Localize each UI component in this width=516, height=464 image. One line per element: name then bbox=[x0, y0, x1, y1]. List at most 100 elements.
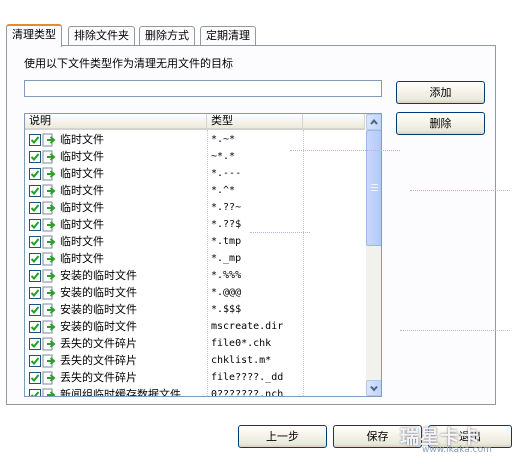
scroll-down-button[interactable] bbox=[366, 380, 381, 396]
file-arrow-icon bbox=[42, 150, 56, 164]
description-text: 临时文件 bbox=[60, 218, 104, 231]
cell-type: *.??$ bbox=[211, 219, 242, 230]
cell-description: 临时文件 bbox=[27, 148, 205, 165]
cell-type: *.%%% bbox=[211, 270, 242, 281]
file-arrow-icon bbox=[42, 320, 56, 334]
description-text: 丢失的文件碎片 bbox=[60, 354, 137, 367]
checkbox[interactable] bbox=[29, 219, 41, 231]
checkmark-icon bbox=[30, 306, 40, 314]
cell-type: *.^* bbox=[211, 185, 236, 196]
file-arrow-icon bbox=[42, 201, 56, 215]
tab-scheduled-clean[interactable]: 定期清理 bbox=[200, 26, 256, 46]
list-item[interactable]: 临时文件 *.??~ bbox=[25, 199, 365, 216]
description-text: 临时文件 bbox=[60, 235, 104, 248]
cell-description: 临时文件 bbox=[27, 250, 205, 267]
file-type-list[interactable]: 说明 类型 临时文件 *.~* 临时文件 ~*.* 临时文件 *.--- 临时文件 *.^* 临… bbox=[24, 113, 382, 397]
checkmark-icon bbox=[30, 153, 40, 161]
cell-description: 安装的临时文件 bbox=[27, 284, 205, 301]
vertical-scrollbar[interactable] bbox=[366, 114, 381, 396]
description-text: 安装的临时文件 bbox=[60, 320, 137, 333]
list-item[interactable]: 临时文件 *.tmp bbox=[25, 233, 365, 250]
scroll-thumb[interactable] bbox=[366, 130, 381, 246]
list-item[interactable]: 丢失的文件碎片 file????._dd bbox=[25, 369, 365, 386]
cell-description: 临时文件 bbox=[27, 216, 205, 233]
description-text: 临时文件 bbox=[60, 252, 104, 265]
background-artifact bbox=[410, 190, 510, 191]
checkbox[interactable] bbox=[29, 287, 41, 299]
description-text: 丢失的文件碎片 bbox=[60, 371, 137, 384]
add-button[interactable]: 添加 bbox=[396, 81, 485, 104]
column-header-description[interactable]: 说明 bbox=[25, 114, 207, 128]
checkbox[interactable] bbox=[29, 321, 41, 333]
cell-description: 临时文件 bbox=[27, 233, 205, 250]
tab-exclude-folders[interactable]: 排除文件夹 bbox=[68, 26, 135, 46]
checkbox[interactable] bbox=[29, 270, 41, 282]
file-arrow-icon bbox=[42, 235, 56, 249]
checkbox[interactable] bbox=[29, 168, 41, 180]
cell-description: 安装的临时文件 bbox=[27, 318, 205, 335]
description-text: 临时文件 bbox=[60, 201, 104, 214]
column-header-empty bbox=[303, 114, 365, 128]
cell-type: *.@@@ bbox=[211, 287, 242, 298]
list-item[interactable]: 临时文件 *.~* bbox=[25, 131, 365, 148]
description-text: 临时文件 bbox=[60, 184, 104, 197]
file-arrow-icon bbox=[42, 337, 56, 351]
checkbox[interactable] bbox=[29, 185, 41, 197]
checkbox[interactable] bbox=[29, 372, 41, 384]
file-arrow-icon bbox=[42, 303, 56, 317]
description-text: 安装的临时文件 bbox=[60, 286, 137, 299]
tab-clean-types[interactable]: 清理类型 bbox=[6, 24, 62, 47]
file-arrow-icon bbox=[42, 218, 56, 232]
file-arrow-icon bbox=[42, 269, 56, 283]
description-text: 临时文件 bbox=[60, 167, 104, 180]
checkmark-icon bbox=[30, 323, 40, 331]
cell-type: *.--- bbox=[211, 168, 242, 179]
list-item[interactable]: 安装的临时文件 *.$$$ bbox=[25, 301, 365, 318]
list-item[interactable]: 临时文件 *.--- bbox=[25, 165, 365, 182]
checkbox[interactable] bbox=[29, 202, 41, 214]
checkbox[interactable] bbox=[29, 389, 41, 396]
list-item[interactable]: 新闻组临时缓存数据文件 0???????.nch bbox=[25, 386, 365, 397]
cell-type: *.$$$ bbox=[211, 304, 242, 315]
column-header-type[interactable]: 类型 bbox=[207, 114, 303, 128]
list-item[interactable]: 临时文件 *._mp bbox=[25, 250, 365, 267]
list-item[interactable]: 安装的临时文件 *.@@@ bbox=[25, 284, 365, 301]
list-item[interactable]: 丢失的文件碎片 chklist.m* bbox=[25, 352, 365, 369]
chevron-up-icon bbox=[370, 118, 378, 125]
checkbox[interactable] bbox=[29, 304, 41, 316]
description-text: 临时文件 bbox=[60, 150, 104, 163]
cell-type: 0???????.nch bbox=[211, 389, 284, 397]
checkmark-icon bbox=[30, 289, 40, 297]
checkbox[interactable] bbox=[29, 338, 41, 350]
tab-delete-method[interactable]: 删除方式 bbox=[139, 26, 195, 46]
list-item[interactable]: 安装的临时文件 mscreate.dir bbox=[25, 318, 365, 335]
file-arrow-icon bbox=[42, 286, 56, 300]
cell-description: 丢失的文件碎片 bbox=[27, 369, 205, 386]
checkbox[interactable] bbox=[29, 151, 41, 163]
file-type-input[interactable] bbox=[24, 80, 382, 97]
list-item[interactable]: 丢失的文件碎片 file0*.chk bbox=[25, 335, 365, 352]
cell-description: 新闻组临时缓存数据文件 bbox=[27, 386, 205, 396]
list-item[interactable]: 临时文件 *.??$ bbox=[25, 216, 365, 233]
checkbox[interactable] bbox=[29, 236, 41, 248]
prev-step-button[interactable]: 上一步 bbox=[238, 425, 327, 448]
background-artifact bbox=[250, 232, 310, 233]
checkbox[interactable] bbox=[29, 253, 41, 265]
file-arrow-icon bbox=[42, 252, 56, 266]
watermark-url: www.ikaka.com bbox=[422, 445, 492, 455]
chevron-down-icon bbox=[370, 385, 378, 392]
scroll-up-button[interactable] bbox=[366, 114, 381, 130]
checkmark-icon bbox=[30, 238, 40, 246]
list-item[interactable]: 临时文件 *.^* bbox=[25, 182, 365, 199]
checkmark-icon bbox=[30, 272, 40, 280]
checkbox[interactable] bbox=[29, 134, 41, 146]
delete-button[interactable]: 删除 bbox=[396, 112, 485, 135]
description-label: 使用以下文件类型作为清理无用文件的目标 bbox=[24, 57, 233, 70]
checkmark-icon bbox=[30, 255, 40, 263]
checkbox[interactable] bbox=[29, 355, 41, 367]
file-arrow-icon bbox=[42, 354, 56, 368]
list-item[interactable]: 安装的临时文件 *.%%% bbox=[25, 267, 365, 284]
cell-description: 临时文件 bbox=[27, 182, 205, 199]
cell-description: 丢失的文件碎片 bbox=[27, 335, 205, 352]
list-header: 说明 类型 bbox=[25, 114, 365, 130]
